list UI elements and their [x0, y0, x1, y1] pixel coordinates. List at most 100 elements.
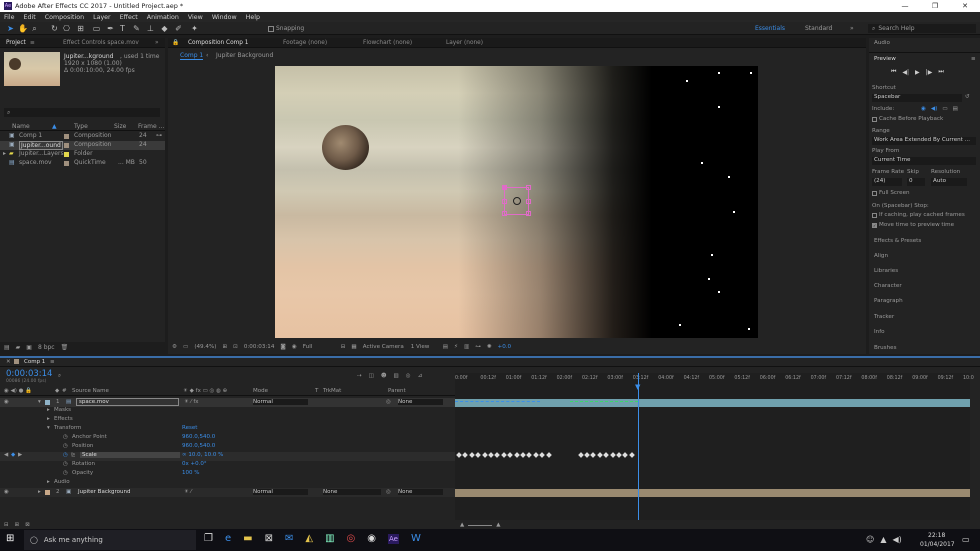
tab-comp1[interactable]: Comp 1 — [24, 359, 45, 365]
anchor-point-icon[interactable] — [513, 197, 521, 205]
layer-bounding-box[interactable] — [502, 185, 531, 216]
menu-file[interactable]: File — [4, 14, 15, 21]
timeline-icon[interactable]: ▥ — [464, 344, 469, 350]
menu-effect[interactable]: Effect — [120, 14, 138, 21]
next-keyframe-icon[interactable]: ▶ — [18, 452, 22, 458]
panel-paragraph[interactable]: Paragraph — [874, 298, 903, 304]
col-frame[interactable]: Frame ... — [138, 123, 164, 130]
reset-icon[interactable]: ↺ — [965, 94, 970, 100]
rotation-row[interactable]: ◷ Rotation 0x +0.0° — [0, 461, 455, 470]
panel-libraries[interactable]: Libraries — [874, 268, 898, 274]
project-search-input[interactable]: ⌕ — [4, 108, 160, 117]
position-row[interactable]: ◷ Position 960.0,540.0 — [0, 443, 455, 452]
roto-brush-tool-icon[interactable]: ✐ — [174, 24, 183, 33]
camera-dropdown[interactable]: Active Camera — [363, 344, 405, 350]
clone-stamp-tool-icon[interactable]: ⊥ — [146, 24, 155, 33]
trkmat-dropdown[interactable]: None — [323, 489, 381, 495]
checkbox[interactable] — [872, 190, 877, 196]
rotation-value[interactable]: 0x +0.0° — [182, 461, 207, 467]
transform-handle[interactable] — [526, 199, 531, 204]
menu-view[interactable]: View — [188, 14, 203, 21]
expand-arrow-icon[interactable]: ▾ — [38, 399, 41, 405]
fast-preview-icon[interactable]: ⚡ — [454, 344, 458, 350]
video-toggle-icon[interactable]: ◉ — [4, 399, 9, 405]
tab-project[interactable]: Project — [6, 40, 26, 46]
collapse-switch-icon[interactable]: ☀ ⁄ — [184, 489, 192, 495]
col-t[interactable]: T — [315, 388, 318, 394]
col-source-name[interactable]: Source Name — [72, 388, 109, 394]
list-item[interactable]: ▸ ▰ Jupiter...Layers Folder — [0, 150, 165, 159]
parent-dropdown[interactable]: None — [398, 399, 443, 405]
include-overlays-icon[interactable]: ▭ — [942, 106, 947, 112]
keyframe[interactable] — [628, 452, 635, 458]
exposure-value[interactable]: +0.0 — [498, 344, 512, 350]
cortana-search-input[interactable]: Ask me anything — [44, 536, 103, 544]
panel-menu-icon[interactable]: ≡ — [971, 56, 976, 62]
stopwatch-icon[interactable]: ◷ — [63, 470, 68, 476]
time-graph[interactable]: 0:00f 00:12f 01:00f 01:12f 02:00f 02:12f 03:00… — [455, 373, 974, 520]
zoom-in-icon[interactable]: ▲ — [496, 522, 500, 528]
transform-row[interactable]: ▾ Transform Reset — [0, 425, 455, 434]
eraser-tool-icon[interactable]: ◆ — [160, 24, 169, 33]
playhead-icon[interactable]: ▼ — [635, 383, 640, 391]
new-folder-icon[interactable]: ▰ — [16, 344, 21, 351]
grid-icon[interactable]: ⊞ — [222, 344, 227, 350]
pickwhip-icon[interactable]: ◎ — [386, 399, 391, 405]
delete-icon[interactable]: 🗑 — [61, 344, 69, 351]
keyframe[interactable] — [520, 452, 526, 458]
keyframe[interactable] — [596, 452, 603, 458]
interpret-footage-icon[interactable]: ▤ — [4, 344, 10, 351]
position-value[interactable]: 960.0,540.0 — [182, 443, 215, 449]
menu-window[interactable]: Window — [212, 14, 237, 21]
maximize-button[interactable]: ❐ — [920, 0, 950, 12]
checkbox[interactable] — [872, 212, 877, 218]
masks-row[interactable]: ▸ Masks — [0, 407, 455, 416]
lock-icon[interactable]: 🔒 — [172, 40, 179, 46]
play-icon[interactable]: ▶ — [915, 69, 920, 76]
menu-help[interactable]: Help — [246, 14, 260, 21]
keyframe[interactable] — [494, 452, 501, 458]
col-size[interactable]: Size — [114, 123, 126, 130]
windows-start-icon[interactable]: ⊞ — [6, 533, 14, 544]
framerate-dropdown[interactable]: (24) — [872, 178, 902, 186]
mask-visibility-icon[interactable]: ⊡ — [233, 344, 238, 350]
tab-effect-controls[interactable]: Effect Controls space.mov — [63, 40, 139, 46]
keyframe[interactable] — [532, 452, 539, 458]
col-trkmat[interactable]: TrkMat — [323, 388, 341, 394]
expand-arrow-icon[interactable]: ▾ — [47, 425, 50, 431]
workspace-more-icon[interactable]: » — [850, 25, 854, 32]
always-preview-icon[interactable]: ⚙ — [172, 344, 177, 350]
views-dropdown[interactable]: 1 View — [411, 344, 437, 350]
menu-composition[interactable]: Composition — [45, 14, 84, 21]
new-composition-icon[interactable]: ▣ — [26, 344, 32, 351]
volume-icon[interactable]: ◀) — [893, 535, 902, 544]
panel-effects-presets[interactable]: Effects & Presets — [874, 238, 921, 244]
resolution-dropdown[interactable]: Full — [303, 344, 335, 350]
chrome-icon[interactable]: ◎ — [347, 533, 356, 544]
word-icon[interactable]: W — [411, 533, 421, 544]
vlc-icon[interactable]: ◭ — [305, 533, 313, 544]
exposure-icon[interactable]: ✺ — [487, 344, 492, 350]
panel-menu-icon[interactable]: ≡ — [30, 40, 35, 46]
file-explorer-icon[interactable]: ▬ — [243, 533, 252, 544]
keyframe[interactable] — [539, 452, 546, 458]
transform-handle[interactable] — [502, 199, 507, 204]
expand-arrow-icon[interactable]: ▸ — [3, 150, 6, 157]
brush-tool-icon[interactable]: ✎ — [132, 24, 141, 33]
puppet-tool-icon[interactable]: ✦ — [190, 24, 199, 33]
in-out-icon[interactable]: ⊠ — [25, 522, 30, 528]
type-tool-icon[interactable]: T — [118, 24, 127, 33]
reset-link[interactable]: Reset — [182, 425, 197, 431]
layer-switches-icon[interactable]: ⊟ — [4, 522, 9, 528]
outlook-icon[interactable]: ✉ — [285, 533, 293, 544]
pickwhip-icon[interactable]: ◎ — [386, 489, 391, 495]
current-time-indicator[interactable] — [638, 373, 639, 520]
zoom-track[interactable] — [468, 524, 493, 526]
motion-blur-icon[interactable]: ◎ — [406, 373, 411, 379]
transfer-controls-icon[interactable]: ⊞ — [15, 522, 20, 528]
expand-arrow-icon[interactable]: ▸ — [47, 479, 50, 485]
breadcrumb-comp1[interactable]: Comp 1 — [180, 52, 204, 60]
layer-bar-space[interactable] — [455, 399, 970, 407]
frame-blending-icon[interactable]: ▥ — [394, 373, 399, 379]
edge-icon[interactable]: e — [225, 533, 231, 544]
